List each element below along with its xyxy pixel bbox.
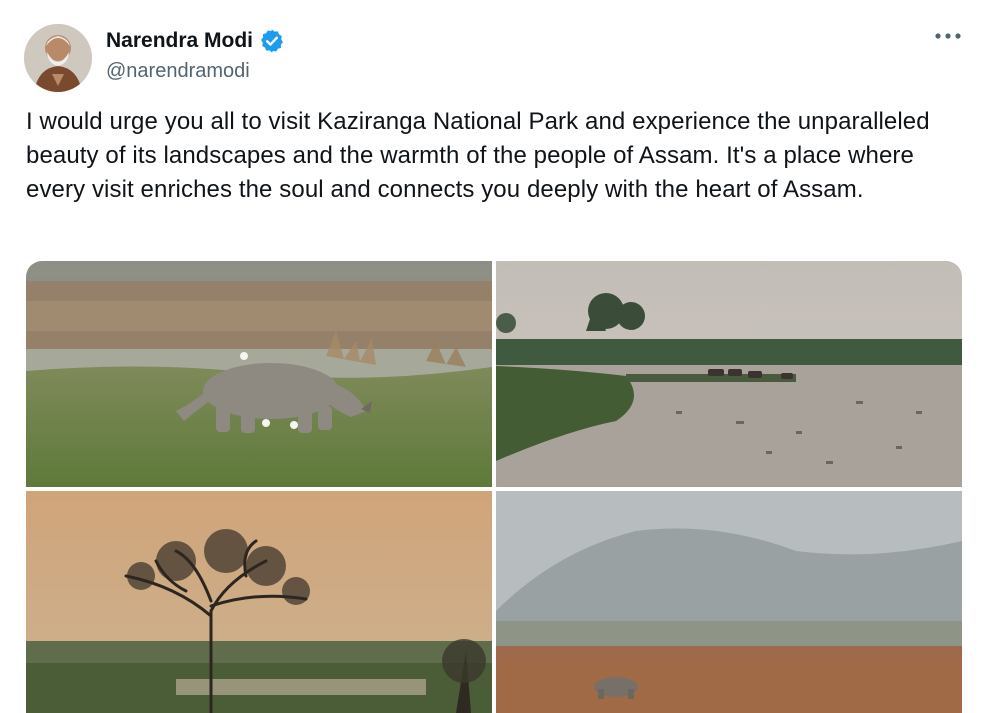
photo-wetland-buffalo[interactable] <box>496 261 962 487</box>
author-display-name[interactable]: Narendra Modi <box>106 29 253 53</box>
verified-badge-icon <box>259 28 285 54</box>
photo-lone-tree-dusk[interactable] <box>26 491 492 713</box>
tweet-text: I would urge you all to visit Kaziranga … <box>26 108 930 203</box>
photo-rhino-grassland[interactable] <box>26 261 492 487</box>
author-handle[interactable]: @narendramodi <box>106 60 250 83</box>
more-options-button[interactable] <box>930 22 966 50</box>
author-name-row: Narendra Modi <box>106 28 285 54</box>
avatar[interactable] <box>24 24 92 92</box>
avatar-image <box>24 24 92 92</box>
photo-rhino-hazy-plain[interactable] <box>496 491 962 713</box>
media-grid <box>26 261 962 713</box>
more-horizontal-icon <box>935 33 961 39</box>
